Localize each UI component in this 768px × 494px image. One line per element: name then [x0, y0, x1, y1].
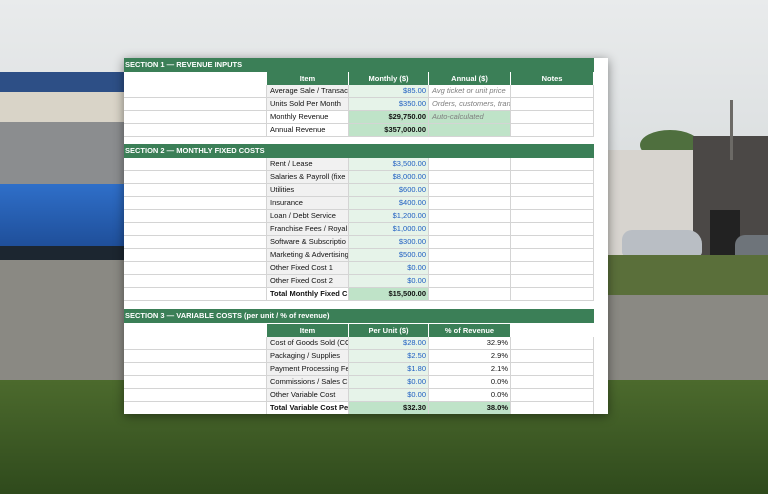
table-row: Marketing & Advertising $500.00: [124, 249, 594, 262]
table-row: Rent / Lease $3,500.00: [124, 158, 594, 171]
s2-item[interactable]: Utilities: [267, 184, 349, 196]
s1-notes-cell[interactable]: [511, 98, 594, 110]
s3-pct[interactable]: 0.0%: [429, 376, 511, 388]
s1-header-annual: Annual ($): [429, 72, 511, 85]
s2-value[interactable]: $300.00: [349, 236, 429, 248]
s3-pct[interactable]: 0.0%: [429, 389, 511, 401]
s1-note[interactable]: Auto-calculated: [429, 111, 511, 123]
table-row: Other Fixed Cost 1 $0.00: [124, 262, 594, 275]
table-row: Franchise Fees / Royal $1,000.00: [124, 223, 594, 236]
table-row: Monthly Revenue $29,750.00 Auto-calculat…: [124, 111, 594, 124]
table-row: Cost of Goods Sold (CC $28.00 32.9%: [124, 337, 594, 350]
table-row: Total Variable Cost Pe $32.30 38.0%: [124, 402, 594, 414]
s3-item[interactable]: Cost of Goods Sold (CC: [267, 337, 349, 349]
table-row: Salaries & Payroll (fixe $8,000.00: [124, 171, 594, 184]
s2-value[interactable]: $0.00: [349, 262, 429, 274]
table-row: Commissions / Sales C $0.00 0.0%: [124, 376, 594, 389]
table-row: Average Sale / Transac $85.00 Avg ticket…: [124, 85, 594, 98]
s1-notes-cell[interactable]: [511, 124, 594, 136]
s3-item[interactable]: Packaging / Supplies: [267, 350, 349, 362]
s2-item[interactable]: Rent / Lease: [267, 158, 349, 170]
s2-total-value[interactable]: $15,500.00: [349, 288, 429, 300]
s3-header-item: Item: [267, 324, 349, 337]
s1-note[interactable]: Avg ticket or unit price: [429, 85, 511, 97]
s2-value[interactable]: $1,000.00: [349, 223, 429, 235]
s2-item[interactable]: Insurance: [267, 197, 349, 209]
table-row: Units Sold Per Month $350.00 Orders, cus…: [124, 98, 594, 111]
s2-value[interactable]: $600.00: [349, 184, 429, 196]
s3-per-unit[interactable]: $0.00: [349, 389, 429, 401]
s2-value[interactable]: $3,500.00: [349, 158, 429, 170]
section2-title: SECTION 2 — MONTHLY FIXED COSTS: [124, 144, 594, 158]
s2-item[interactable]: Marketing & Advertising: [267, 249, 349, 261]
s3-item[interactable]: Commissions / Sales C: [267, 376, 349, 388]
s3-per-unit[interactable]: $1.80: [349, 363, 429, 375]
s3-item[interactable]: Payment Processing Fe: [267, 363, 349, 375]
s3-total-per-unit[interactable]: $32.30: [349, 402, 429, 414]
s3-pct[interactable]: 2.9%: [429, 350, 511, 362]
spreadsheet: SECTION 1 — REVENUE INPUTS Item Monthly …: [124, 58, 608, 414]
table-row: Packaging / Supplies $2.50 2.9%: [124, 350, 594, 363]
s2-item[interactable]: Loan / Debt Service: [267, 210, 349, 222]
s1-item[interactable]: Annual Revenue: [267, 124, 349, 136]
s2-value[interactable]: $500.00: [349, 249, 429, 261]
s1-monthly[interactable]: $29,750.00: [349, 111, 429, 123]
s1-notes-cell[interactable]: [511, 111, 594, 123]
table-row: Software & Subscriptio $300.00: [124, 236, 594, 249]
s1-header-monthly: Monthly ($): [349, 72, 429, 85]
s2-item[interactable]: Other Fixed Cost 2: [267, 275, 349, 287]
s1-monthly[interactable]: $85.00: [349, 85, 429, 97]
s2-value[interactable]: $8,000.00: [349, 171, 429, 183]
s2-item[interactable]: Software & Subscriptio: [267, 236, 349, 248]
table-row: Loan / Debt Service $1,200.00: [124, 210, 594, 223]
s2-value[interactable]: $400.00: [349, 197, 429, 209]
table-row: Payment Processing Fe $1.80 2.1%: [124, 363, 594, 376]
s1-item[interactable]: Monthly Revenue: [267, 111, 349, 123]
s1-header-item: Item: [267, 72, 349, 85]
s3-header-pct: % of Revenue: [429, 324, 511, 337]
s2-item[interactable]: Other Fixed Cost 1: [267, 262, 349, 274]
s1-header-notes: Notes: [511, 72, 594, 85]
table-row: Annual Revenue $357,000.00: [124, 124, 594, 137]
s2-total-label[interactable]: Total Monthly Fixed C: [267, 288, 349, 300]
s2-value[interactable]: $1,200.00: [349, 210, 429, 222]
s3-per-unit[interactable]: $28.00: [349, 337, 429, 349]
s1-notes-cell[interactable]: [511, 85, 594, 97]
section3-title: SECTION 3 — VARIABLE COSTS (per unit / %…: [124, 309, 594, 323]
s3-per-unit[interactable]: $2.50: [349, 350, 429, 362]
s1-monthly[interactable]: $357,000.00: [349, 124, 429, 136]
table-row: Other Variable Cost $0.00 0.0%: [124, 389, 594, 402]
s3-pct[interactable]: 2.1%: [429, 363, 511, 375]
s1-item[interactable]: Units Sold Per Month: [267, 98, 349, 110]
table-row: Other Fixed Cost 2 $0.00: [124, 275, 594, 288]
s2-item[interactable]: Franchise Fees / Royal: [267, 223, 349, 235]
s1-note[interactable]: Orders, customers, transactions: [429, 98, 511, 110]
s3-pct[interactable]: 32.9%: [429, 337, 511, 349]
table-row: Total Monthly Fixed C $15,500.00: [124, 288, 594, 301]
s3-per-unit[interactable]: $0.00: [349, 376, 429, 388]
section1-title: SECTION 1 — REVENUE INPUTS: [124, 58, 594, 72]
table-row: Insurance $400.00: [124, 197, 594, 210]
table-row: Utilities $600.00: [124, 184, 594, 197]
s1-annual[interactable]: [429, 124, 511, 136]
s1-monthly[interactable]: $350.00: [349, 98, 429, 110]
s3-item[interactable]: Other Variable Cost: [267, 389, 349, 401]
s2-value[interactable]: $0.00: [349, 275, 429, 287]
s2-item[interactable]: Salaries & Payroll (fixe: [267, 171, 349, 183]
s1-item[interactable]: Average Sale / Transac: [267, 85, 349, 97]
s3-total-label[interactable]: Total Variable Cost Pe: [267, 402, 349, 414]
s3-header-per-unit: Per Unit ($): [349, 324, 429, 337]
s3-total-pct[interactable]: 38.0%: [429, 402, 511, 414]
